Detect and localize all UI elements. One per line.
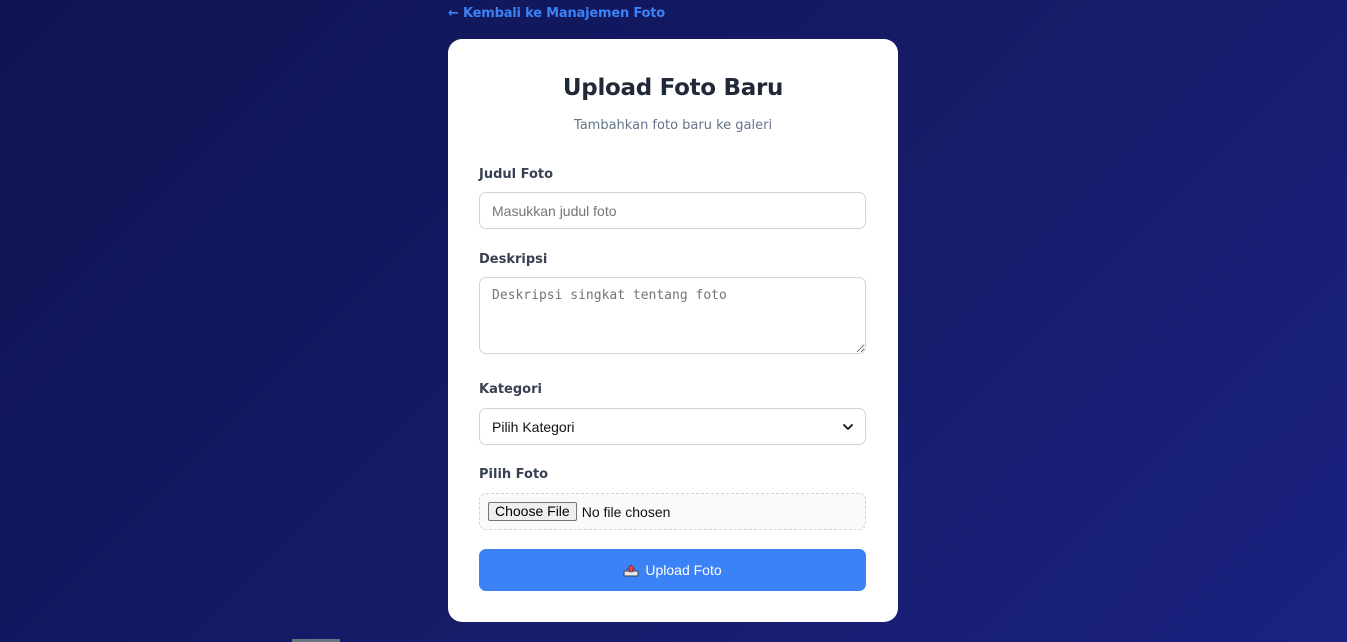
description-label: Deskripsi <box>479 252 548 267</box>
category-label: Kategori <box>479 382 542 397</box>
category-selected-value: Pilih Kategori <box>492 418 575 435</box>
photo-title-input[interactable] <box>479 192 866 229</box>
upload-photo-button[interactable]: Upload Foto <box>479 549 866 591</box>
page-subtitle: Tambahkan foto baru ke galeri <box>573 118 773 133</box>
page-title: Upload Foto Baru <box>562 75 784 101</box>
upload-tray-icon <box>623 564 639 577</box>
category-select[interactable]: Pilih Kategori <box>479 408 866 445</box>
upload-photo-label: Upload Foto <box>645 562 722 578</box>
back-to-photo-management-link[interactable]: ← Kembali ke Manajemen Foto <box>448 6 665 21</box>
photo-file-label: Pilih Foto <box>479 467 549 482</box>
choose-file-button[interactable]: Choose File <box>488 502 577 521</box>
photo-file-input[interactable]: Choose File No file chosen <box>479 493 866 530</box>
file-status-text: No file chosen <box>581 503 671 520</box>
photo-title-label: Judul Foto <box>479 167 554 182</box>
description-textarea[interactable] <box>479 277 866 354</box>
chevron-down-icon <box>843 423 853 430</box>
upload-photo-card: Upload Foto Baru Tambahkan foto baru ke … <box>448 39 898 622</box>
